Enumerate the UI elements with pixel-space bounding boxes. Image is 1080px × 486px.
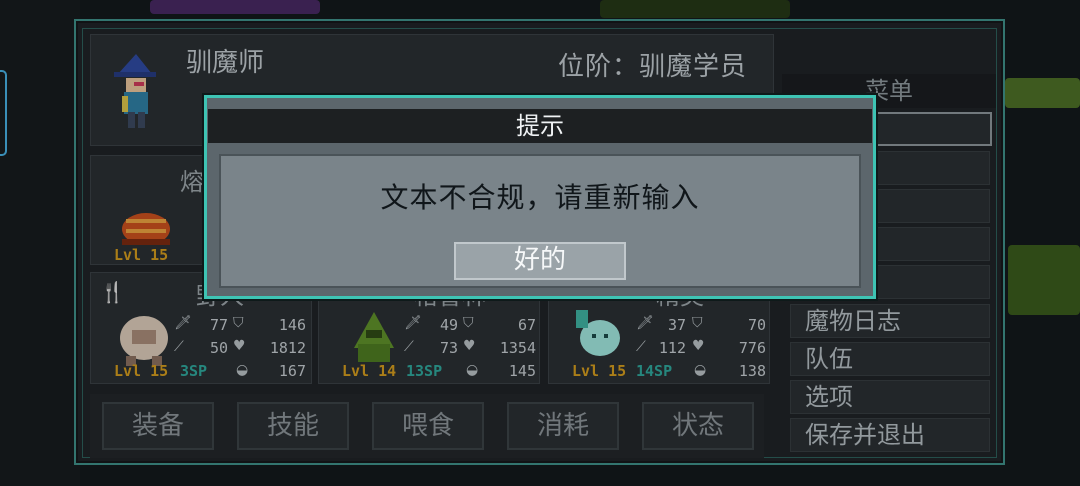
dialog-message: 文本不合规，请重新输入 <box>380 181 700 214</box>
foliage-decoration <box>150 0 320 14</box>
side-drawer-handle[interactable] <box>0 70 7 156</box>
background-left-strip <box>0 0 80 486</box>
foliage-decoration <box>1008 245 1080 315</box>
foliage-decoration <box>1005 78 1080 108</box>
dialog-title: 提示 <box>208 109 872 143</box>
ok-button[interactable]: 好的 <box>454 242 626 280</box>
foliage-decoration <box>600 0 790 18</box>
